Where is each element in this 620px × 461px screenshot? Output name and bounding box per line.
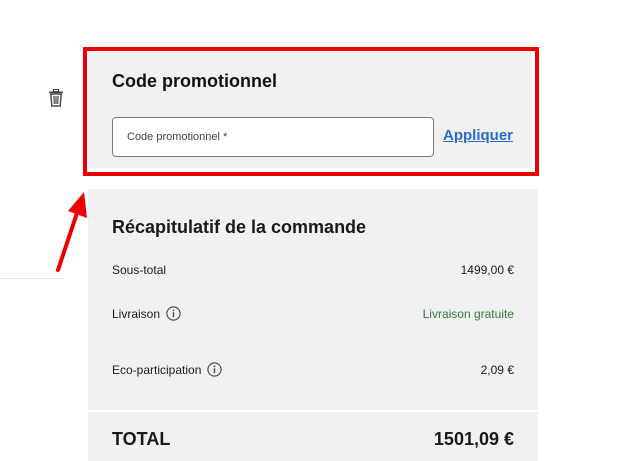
subtotal-label: Sous-total xyxy=(112,263,167,277)
total-label: TOTAL xyxy=(112,429,171,449)
subtotal-value: 1499,00 € xyxy=(460,263,514,277)
delivery-row-label: Livraison xyxy=(112,306,181,322)
left-divider xyxy=(0,278,64,279)
eco-participation-value: 2,09 € xyxy=(480,363,514,377)
order-summary-title: Récapitulatif de la commande xyxy=(112,217,367,237)
apply-promo-link[interactable]: Appliquer xyxy=(443,127,513,145)
trash-icon[interactable] xyxy=(48,88,64,107)
eco-participation-label: Eco-participation xyxy=(112,363,202,377)
info-icon[interactable] xyxy=(207,362,223,377)
promo-code-input[interactable] xyxy=(112,117,434,157)
cart-page: Code promotionnel Appliquer Récapitulati… xyxy=(0,0,620,461)
annotation-arrow-icon xyxy=(56,192,87,272)
delivery-value: Livraison gratuite xyxy=(422,307,514,321)
total-value: 1501,09 € xyxy=(433,429,514,449)
total-divider xyxy=(88,410,538,412)
eco-row-label: Eco-participation xyxy=(112,362,223,378)
info-icon[interactable] xyxy=(166,306,181,321)
delivery-label: Livraison xyxy=(112,307,161,321)
promo-code-title: Code promotionnel xyxy=(112,71,277,91)
